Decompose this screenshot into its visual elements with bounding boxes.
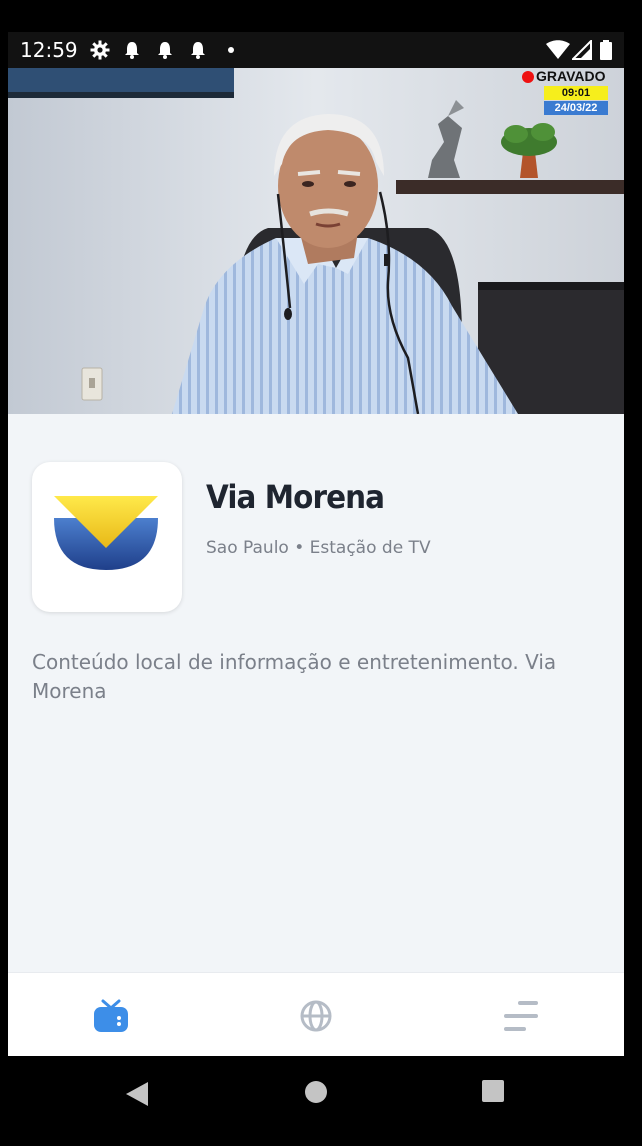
- station-logo: [32, 462, 182, 612]
- station-info: Via Morena Sao Paulo • Estação de TV Con…: [8, 414, 624, 972]
- recording-overlay: GRAVADO 09:01 24/03/22: [520, 68, 624, 118]
- globe-icon: [300, 1000, 332, 1032]
- video-frame: [8, 68, 624, 414]
- signal-icon: [572, 40, 592, 60]
- tv-icon: [94, 999, 128, 1032]
- menu-lines-icon: [504, 1001, 538, 1031]
- recording-label: GRAVADO: [536, 68, 606, 84]
- station-subtitle: Sao Paulo • Estação de TV: [206, 538, 431, 558]
- dot-icon: [228, 47, 234, 53]
- bell-icon: [125, 42, 139, 59]
- bell-icon: [158, 42, 172, 59]
- video-player[interactable]: GRAVADO 09:01 24/03/22: [8, 68, 624, 414]
- via-morena-logo-icon: [54, 496, 158, 570]
- back-icon[interactable]: [124, 1080, 150, 1108]
- system-navigation-bar: [0, 1056, 642, 1146]
- battery-icon: [600, 40, 612, 60]
- wifi-icon: [546, 40, 570, 59]
- recording-time: 09:01: [544, 86, 608, 100]
- station-description: Conteúdo local de informação e entreteni…: [32, 650, 557, 703]
- app-screen: 12:59 GRAVADO 09:01 24/03/22 Via Morena …: [8, 32, 624, 1056]
- recording-dot-icon: [522, 71, 534, 83]
- gear-icon: [90, 40, 110, 60]
- status-bar: 12:59: [8, 32, 624, 68]
- home-icon[interactable]: [304, 1080, 328, 1104]
- bell-icon: [191, 42, 205, 59]
- nav-globe-button[interactable]: [213, 973, 418, 1056]
- station-name: Via Morena: [206, 478, 385, 516]
- status-time: 12:59: [20, 38, 78, 62]
- bottom-navigation: [8, 972, 624, 1056]
- nav-tv-button[interactable]: [8, 973, 213, 1056]
- recording-date: 24/03/22: [544, 101, 608, 115]
- nav-menu-button[interactable]: [418, 973, 623, 1056]
- recents-icon[interactable]: [482, 1080, 504, 1102]
